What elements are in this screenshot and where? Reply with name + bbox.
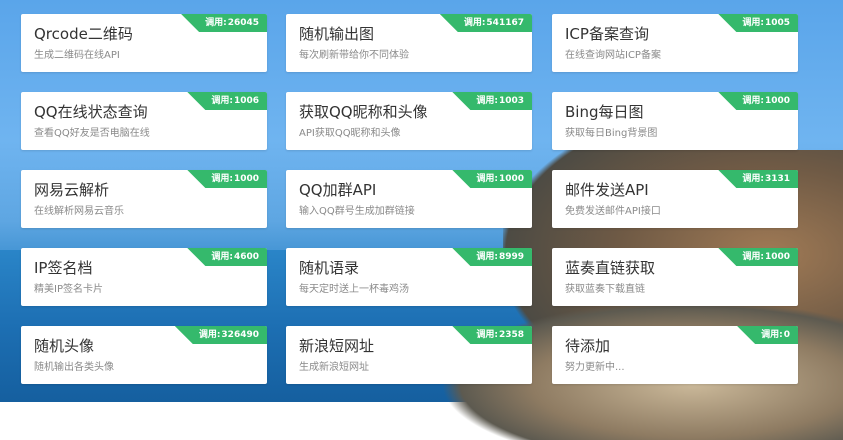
card-description: API获取QQ昵称和头像 bbox=[299, 128, 401, 139]
card-title: 网易云解析 bbox=[34, 181, 110, 199]
usage-badge: 调用:1000 bbox=[718, 248, 798, 266]
api-card-sina-short-url[interactable]: 调用:2358 新浪短网址 生成新浪短网址 bbox=[286, 326, 532, 384]
api-card-bing-daily[interactable]: 调用:1000 Bing每日图 获取每日Bing背景图 bbox=[552, 92, 798, 150]
api-card-icp-query[interactable]: 调用:1005 ICP备案查询 在线查询网站ICP备案 bbox=[552, 14, 798, 72]
card-title: ICP备案查询 bbox=[565, 25, 649, 43]
usage-badge: 调用:326490 bbox=[174, 326, 267, 344]
api-card-ip-signature[interactable]: 调用:4600 IP签名档 精美IP签名卡片 bbox=[21, 248, 267, 306]
usage-badge: 调用:1000 bbox=[718, 92, 798, 110]
api-card-random-quote[interactable]: 调用:8999 随机语录 每天定时送上一杯毒鸡汤 bbox=[286, 248, 532, 306]
card-description: 随机输出各类头像 bbox=[34, 362, 114, 373]
card-title: IP签名档 bbox=[34, 259, 93, 277]
usage-badge: 调用:1006 bbox=[187, 92, 267, 110]
card-title: 获取QQ昵称和头像 bbox=[299, 103, 428, 121]
card-description: 获取每日Bing背景图 bbox=[565, 128, 658, 139]
card-description: 查看QQ好友是否电脑在线 bbox=[34, 128, 150, 139]
usage-badge: 调用:0 bbox=[737, 326, 798, 344]
card-description: 努力更新中... bbox=[565, 362, 625, 373]
api-card-random-image[interactable]: 调用:541167 随机输出图 每次刷新带给你不同体验 bbox=[286, 14, 532, 72]
usage-badge: 调用:8999 bbox=[452, 248, 532, 266]
card-title: 邮件发送API bbox=[565, 181, 649, 199]
usage-badge: 调用:1000 bbox=[452, 170, 532, 188]
usage-badge: 调用:3131 bbox=[718, 170, 798, 188]
card-title: 随机头像 bbox=[34, 337, 95, 355]
usage-badge: 调用:1000 bbox=[187, 170, 267, 188]
usage-badge: 调用:541167 bbox=[439, 14, 532, 32]
card-title: 蓝奏直链获取 bbox=[565, 259, 656, 277]
api-card-qq-nickname-avatar[interactable]: 调用:1003 获取QQ昵称和头像 API获取QQ昵称和头像 bbox=[286, 92, 532, 150]
card-title: QQ加群API bbox=[299, 181, 377, 199]
api-card-qrcode[interactable]: 调用:26045 Qrcode二维码 生成二维码在线API bbox=[21, 14, 267, 72]
api-card-placeholder[interactable]: 调用:0 待添加 努力更新中... bbox=[552, 326, 798, 384]
card-title: 随机输出图 bbox=[299, 25, 375, 43]
api-card-random-avatar[interactable]: 调用:326490 随机头像 随机输出各类头像 bbox=[21, 326, 267, 384]
card-title: Qrcode二维码 bbox=[34, 25, 133, 43]
card-title: 随机语录 bbox=[299, 259, 360, 277]
card-title: Bing每日图 bbox=[565, 103, 644, 121]
usage-badge: 调用:1003 bbox=[452, 92, 532, 110]
card-description: 在线查询网站ICP备案 bbox=[565, 50, 661, 61]
api-card-qq-join-group[interactable]: 调用:1000 QQ加群API 输入QQ群号生成加群链接 bbox=[286, 170, 532, 228]
card-description: 每次刷新带给你不同体验 bbox=[299, 50, 409, 61]
card-description: 精美IP签名卡片 bbox=[34, 284, 103, 295]
card-description: 获取蓝奏下载直链 bbox=[565, 284, 645, 295]
card-description: 生成新浪短网址 bbox=[299, 362, 369, 373]
api-card-qq-online-status[interactable]: 调用:1006 QQ在线状态查询 查看QQ好友是否电脑在线 bbox=[21, 92, 267, 150]
card-description: 每天定时送上一杯毒鸡汤 bbox=[299, 284, 409, 295]
api-card-netease-music[interactable]: 调用:1000 网易云解析 在线解析网易云音乐 bbox=[21, 170, 267, 228]
card-description: 免费发送邮件API接口 bbox=[565, 206, 661, 217]
api-card-mail-send[interactable]: 调用:3131 邮件发送API 免费发送邮件API接口 bbox=[552, 170, 798, 228]
card-title: 待添加 bbox=[565, 337, 611, 355]
usage-badge: 调用:26045 bbox=[181, 14, 267, 32]
card-description: 在线解析网易云音乐 bbox=[34, 206, 124, 217]
card-description: 生成二维码在线API bbox=[34, 50, 120, 61]
api-card-lanzou-direct-link[interactable]: 调用:1000 蓝奏直链获取 获取蓝奏下载直链 bbox=[552, 248, 798, 306]
card-title: 新浪短网址 bbox=[299, 337, 375, 355]
card-title: QQ在线状态查询 bbox=[34, 103, 148, 121]
usage-badge: 调用:4600 bbox=[187, 248, 267, 266]
usage-badge: 调用:1005 bbox=[718, 14, 798, 32]
card-description: 输入QQ群号生成加群链接 bbox=[299, 206, 415, 217]
usage-badge: 调用:2358 bbox=[452, 326, 532, 344]
